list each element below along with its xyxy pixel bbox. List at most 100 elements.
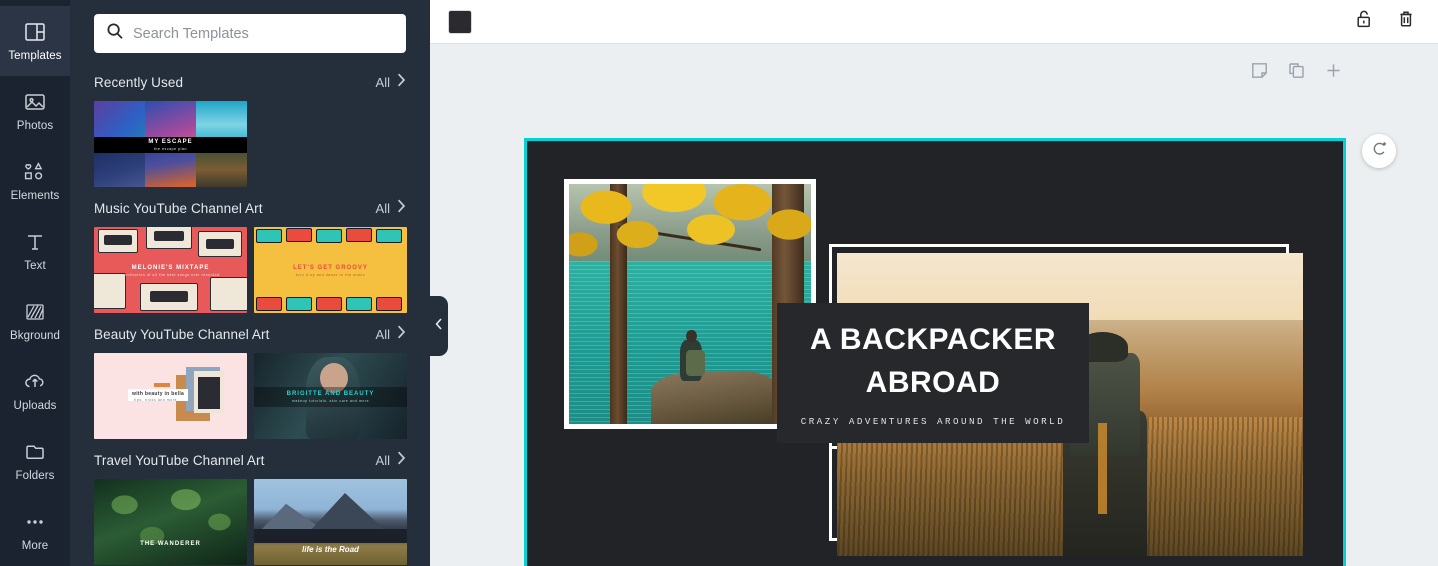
thumb-title: life is the Road: [302, 545, 359, 554]
duplicate-page-button[interactable]: [1288, 62, 1305, 84]
section-all-link-travel[interactable]: All: [376, 451, 406, 470]
autumn-leaves: [569, 184, 811, 295]
seated-person-backpack: [686, 349, 705, 376]
panel-collapse-handle[interactable]: [430, 296, 448, 356]
seated-person-head: [686, 330, 697, 343]
sidebar-item-label: Photos: [16, 120, 54, 132]
background-icon: [22, 300, 48, 324]
all-label: All: [375, 201, 390, 216]
search-icon: [106, 22, 124, 45]
section-all-link-beauty[interactable]: All: [376, 325, 406, 344]
section-title: Travel YouTube Channel Art: [94, 453, 265, 468]
beauty-collage-pink: with beauty in bella tips, tricks and mo…: [94, 353, 247, 439]
sidebar-item-bkground[interactable]: Bkground: [0, 286, 70, 356]
canvas-area: A BACKPACKER ABROAD CRAZY ADVENTURES ARO…: [430, 44, 1438, 566]
thumb-title: with beauty in bella: [132, 391, 185, 397]
app-root: Templates Photos Elements Text Bkground …: [0, 0, 1438, 566]
design-canvas[interactable]: A BACKPACKER ABROAD CRAZY ADVENTURES ARO…: [524, 138, 1346, 566]
template-sections: Recently Used All MY ESCAPE the escape p…: [70, 61, 430, 565]
cassette-pattern-red: MELONIE'S MIXTAPE a collection of all th…: [94, 227, 247, 313]
left-rail: Templates Photos Elements Text Bkground …: [0, 0, 70, 566]
sidebar-item-more[interactable]: More: [0, 496, 70, 566]
rotate-add-icon: [1370, 139, 1389, 163]
design-title-line-1: A BACKPACKER: [810, 322, 1056, 356]
thumb-subtitle: makeup tutorials, skin care and more: [291, 399, 370, 403]
canvas-inner: A BACKPACKER ABROAD CRAZY ADVENTURES ARO…: [527, 141, 1343, 566]
chevron-right-icon: [397, 73, 406, 92]
sidebar-item-label: Elements: [10, 190, 60, 202]
thumb-title: BRIGITTE AND BEAUTY: [286, 391, 375, 397]
template-thumb-the-wanderer[interactable]: THE WANDERER: [94, 479, 247, 565]
title-card[interactable]: A BACKPACKER ABROAD CRAZY ADVENTURES ARO…: [777, 303, 1089, 443]
elements-icon: [22, 160, 48, 184]
thumb-row-travel: THE WANDERER life is the Road: [94, 479, 407, 565]
uploads-icon: [22, 370, 48, 394]
page-tools: [1251, 62, 1342, 84]
thumb-subtitle: turn it up and dance to the music: [296, 273, 365, 277]
sidebar-item-label: Text: [24, 260, 46, 272]
templates-panel: Recently Used All MY ESCAPE the: [70, 0, 430, 566]
thumb-row-beauty: with beauty in bella tips, tricks and mo…: [94, 353, 407, 439]
thumb-subtitle: the escape plan: [154, 147, 187, 152]
thumb-title: THE WANDERER: [140, 541, 201, 547]
sidebar-item-label: Uploads: [13, 400, 57, 412]
search-box[interactable]: [94, 14, 406, 53]
unlock-button[interactable]: [1350, 8, 1378, 36]
cassette-pattern-yellow: LET'S GET GROOVY turn it up and dance to…: [254, 227, 407, 313]
thumb-title: MY ESCAPE: [148, 139, 193, 146]
chevron-left-icon: [435, 317, 443, 335]
thumb-title: MELONIE'S MIXTAPE: [131, 265, 210, 271]
notes-button[interactable]: [1251, 62, 1268, 84]
section-header-recently-used: Recently Used All: [94, 61, 406, 101]
template-thumb-life-is-the-road[interactable]: life is the Road: [254, 479, 407, 565]
duplicate-page-icon: [1288, 62, 1305, 84]
page-color-swatch[interactable]: [448, 9, 472, 34]
section-header-music: Music YouTube Channel Art All: [94, 187, 406, 227]
collage-title-band: MY ESCAPE the escape plan: [94, 137, 247, 154]
section-title: Recently Used: [94, 75, 184, 90]
design-subtitle: CRAZY ADVENTURES AROUND THE WORLD: [800, 416, 1066, 428]
thumb-row-music: MELONIE'S MIXTAPE a collection of all th…: [94, 227, 407, 313]
folders-icon: [22, 440, 48, 464]
lake-photo-image: [569, 184, 811, 424]
chevron-right-icon: [397, 199, 406, 218]
template-thumb-beauty-pink[interactable]: with beauty in bella tips, tricks and mo…: [94, 353, 247, 439]
sidebar-item-uploads[interactable]: Uploads: [0, 356, 70, 426]
sidebar-item-label: More: [21, 540, 49, 552]
sidebar-item-folders[interactable]: Folders: [0, 426, 70, 496]
lake-rock: [651, 371, 778, 424]
section-header-travel: Travel YouTube Channel Art All: [94, 439, 406, 479]
sticky-note-icon: [1251, 62, 1268, 84]
beauty-portrait-dark: BRIGITTE AND BEAUTY makeup tutorials, sk…: [254, 353, 407, 439]
section-all-link-music[interactable]: All: [376, 199, 406, 218]
section-all-link-recently-used[interactable]: All: [376, 73, 406, 92]
all-label: All: [375, 327, 390, 342]
templates-icon: [22, 20, 48, 44]
template-thumb-groovy-yellow[interactable]: LET'S GET GROOVY turn it up and dance to…: [254, 227, 407, 313]
sidebar-item-templates[interactable]: Templates: [0, 6, 70, 76]
editor-toolbar: [430, 0, 1438, 44]
add-page-button[interactable]: [1325, 62, 1342, 84]
search-section: [70, 0, 430, 61]
thumb-row-recently-used: MY ESCAPE the escape plan: [94, 101, 406, 187]
sidebar-item-label: Folders: [15, 470, 55, 482]
photos-icon: [22, 90, 48, 114]
sidebar-item-label: Templates: [8, 50, 62, 62]
sidebar-item-photos[interactable]: Photos: [0, 76, 70, 146]
sidebar-item-text[interactable]: Text: [0, 216, 70, 286]
more-icon: [22, 510, 48, 534]
thumb-title: LET'S GET GROOVY: [293, 265, 368, 271]
section-title: Beauty YouTube Channel Art: [94, 327, 270, 342]
template-thumb-mixtape-red[interactable]: MELONIE'S MIXTAPE a collection of all th…: [94, 227, 247, 313]
template-thumb-brigitte-beauty[interactable]: BRIGITTE AND BEAUTY makeup tutorials, sk…: [254, 353, 407, 439]
sidebar-item-elements[interactable]: Elements: [0, 146, 70, 216]
template-thumb-my-escape[interactable]: MY ESCAPE the escape plan: [94, 101, 247, 187]
chevron-right-icon: [397, 451, 406, 470]
rotate-button[interactable]: [1362, 134, 1396, 168]
search-input[interactable]: [133, 25, 394, 42]
travel-foliage-green: THE WANDERER: [94, 479, 247, 565]
editor-area: A BACKPACKER ABROAD CRAZY ADVENTURES ARO…: [430, 0, 1438, 566]
delete-button[interactable]: [1392, 8, 1420, 36]
all-label: All: [375, 453, 390, 468]
add-page-icon: [1325, 62, 1342, 84]
